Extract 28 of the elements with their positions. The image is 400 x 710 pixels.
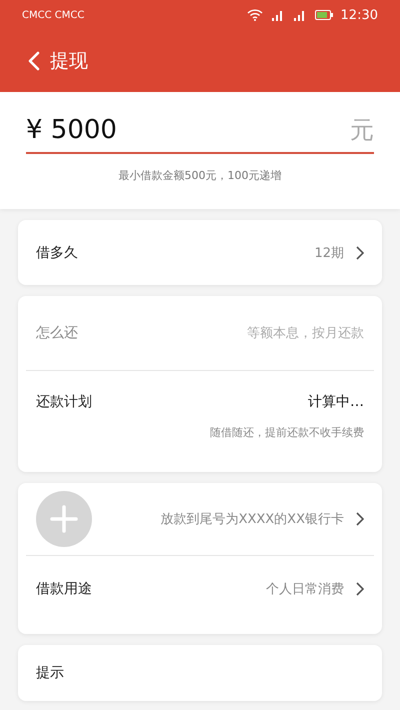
- chevron-icon: [356, 582, 364, 596]
- method-value: 等额本息，按月还款: [247, 325, 364, 342]
- back-icon[interactable]: [28, 51, 40, 71]
- term-value: 12期: [314, 244, 344, 262]
- method-label: 怎么还: [36, 324, 78, 342]
- term-label: 借多久: [36, 244, 78, 262]
- account-text: 放款到尾号为XXXX的XX银行卡: [160, 511, 344, 528]
- amount-hint: 最小借款金额500元，100元递增: [118, 168, 282, 183]
- clock-text: 12:30: [340, 8, 378, 22]
- amount-field[interactable]: ¥ 5000 元: [26, 114, 374, 154]
- purpose-value: 个人日常消费: [266, 581, 344, 598]
- plan-label: 还款计划: [36, 393, 92, 411]
- plan-note: 随借随还，提前还款不收手续费: [209, 425, 364, 441]
- plan-value: 计算中…: [308, 393, 364, 411]
- purpose-row[interactable]: 借款用途 个人日常消费: [36, 556, 364, 634]
- bank-card-row[interactable]: 放款到尾号为XXXX的XX银行卡: [36, 483, 364, 555]
- battery-icon: [314, 10, 333, 20]
- purpose-label: 借款用途: [36, 580, 92, 598]
- tips-label: 提示: [36, 664, 64, 682]
- signal-icon: [292, 9, 307, 21]
- page-title: 提现: [50, 49, 88, 74]
- chevron-icon: [356, 512, 364, 526]
- wifi-icon: [246, 9, 263, 21]
- term-card[interactable]: 借多久 12期: [18, 220, 382, 285]
- carrier-text: CMCC CMCC: [22, 10, 84, 20]
- signal-icon: [270, 9, 285, 21]
- add-icon: [36, 491, 92, 547]
- chevron-icon: [356, 246, 364, 260]
